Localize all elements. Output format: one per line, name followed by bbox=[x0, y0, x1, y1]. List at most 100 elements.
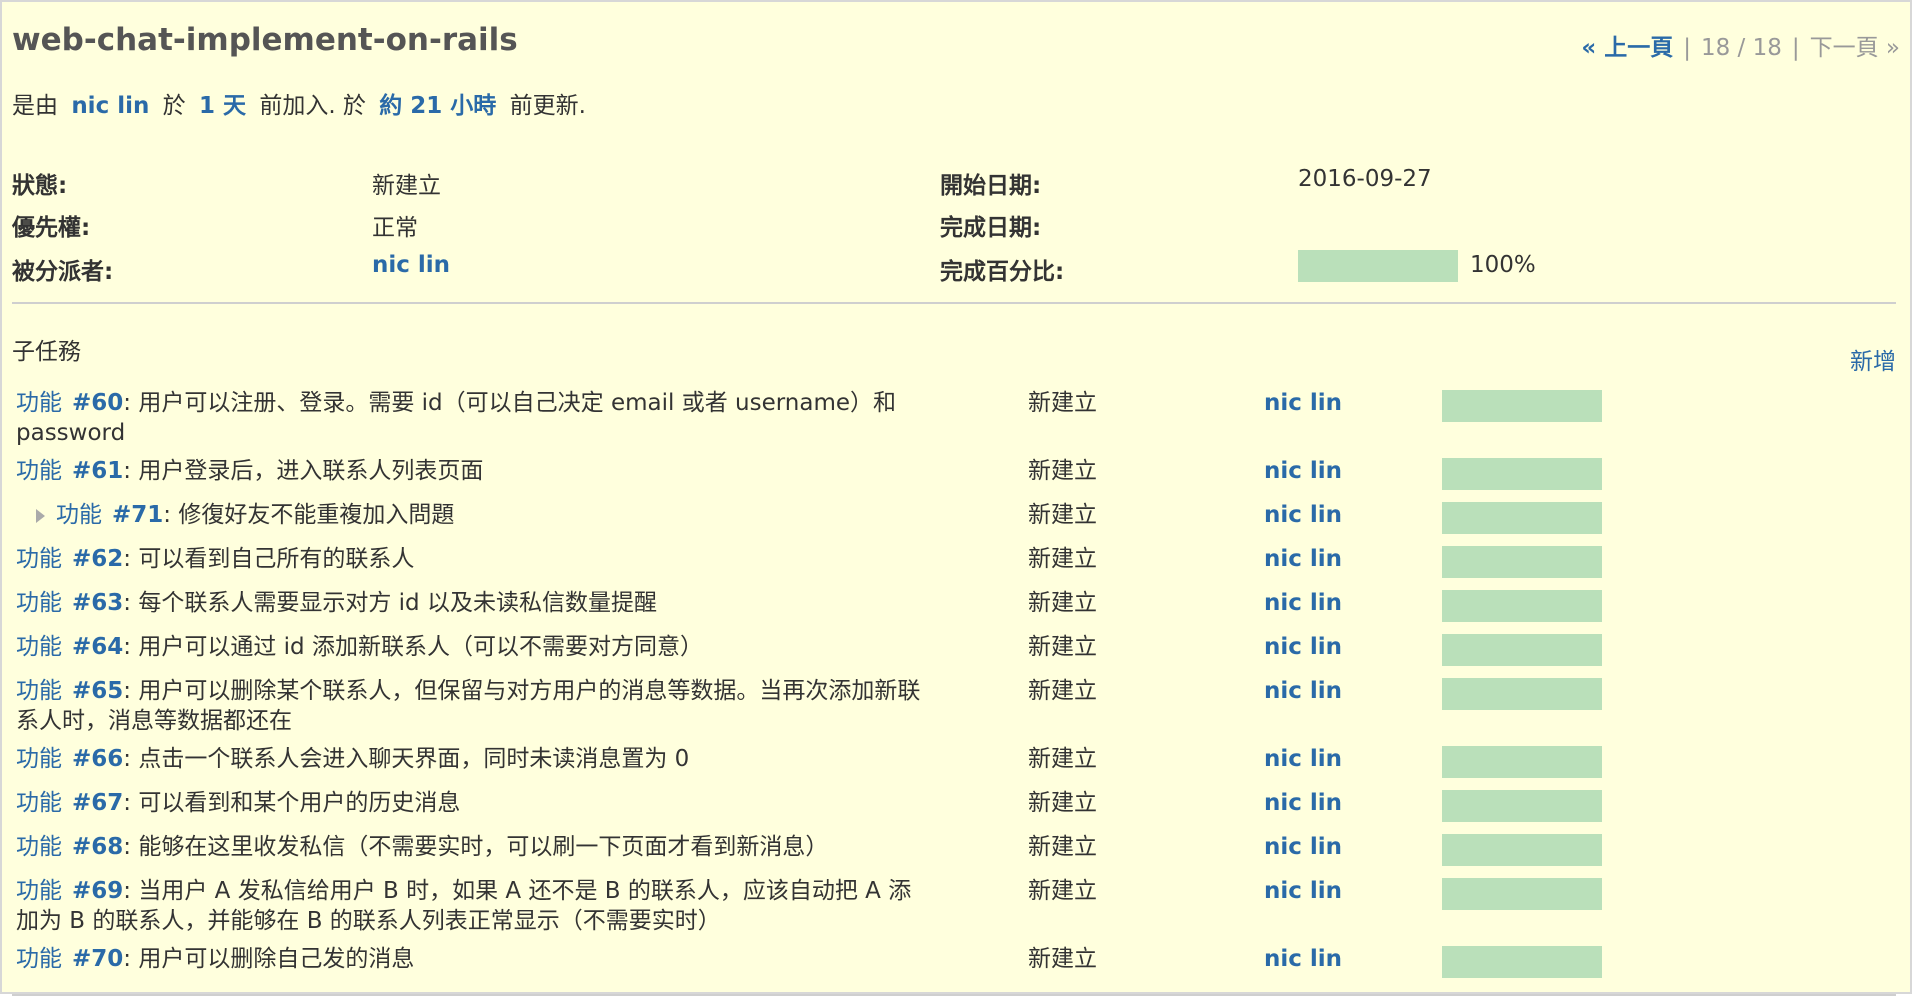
subtask-assignee-link[interactable]: nic lin bbox=[1264, 588, 1342, 618]
subtask-subject-text: : 点击一个联系人会进入聊天界面，同时未读消息置为 0 bbox=[123, 746, 690, 772]
created-time-link[interactable]: 1 天 bbox=[199, 93, 246, 119]
subtask-number: #65 bbox=[72, 678, 124, 704]
add-subtask-link[interactable]: 新增 bbox=[1850, 342, 1896, 376]
subtask-number: #60 bbox=[72, 390, 124, 416]
subtask-progress-bar bbox=[1442, 590, 1602, 622]
subtask-assignee-link[interactable]: nic lin bbox=[1264, 500, 1342, 530]
divider bbox=[12, 994, 1896, 996]
subtask-progress-bar bbox=[1442, 790, 1602, 822]
subtask-subject-text: : 可以看到和某个用户的历史消息 bbox=[123, 790, 461, 816]
pager-separator: | bbox=[1791, 35, 1800, 61]
subtask-number: #71 bbox=[112, 502, 164, 528]
author-line: 是由 nic lin 於 1 天 前加入. 於 約 21 小時 前更新. bbox=[12, 93, 586, 119]
subtask-subject-text: : 可以看到自己所有的联系人 bbox=[123, 546, 415, 572]
subtask-subject: 功能 #69: 当用户 A 发私信给用户 B 时，如果 A 还不是 B 的联系人，… bbox=[16, 876, 926, 936]
subtask-assignee-link[interactable]: nic lin bbox=[1264, 832, 1342, 862]
next-page-label: 下一頁 » bbox=[1809, 35, 1900, 61]
double-chevron-left-icon: « bbox=[1581, 35, 1597, 61]
subtask-link[interactable]: 功能 #67 bbox=[16, 790, 123, 816]
subtask-status: 新建立 bbox=[1028, 458, 1097, 484]
subtask-assignee-link[interactable]: nic lin bbox=[1264, 388, 1342, 418]
prev-page-link[interactable]: « 上一頁 bbox=[1581, 35, 1673, 61]
subtask-assignee-link[interactable]: nic lin bbox=[1264, 944, 1342, 974]
subtask-assignee-link[interactable]: nic lin bbox=[1264, 676, 1342, 706]
due-date-label: 完成日期: bbox=[940, 215, 1042, 241]
subtask-assignee-link[interactable]: nic lin bbox=[1264, 456, 1342, 486]
subtask-progress-bar bbox=[1442, 390, 1602, 422]
subtask-progress-bar bbox=[1442, 834, 1602, 866]
subtask-tracker: 功能 bbox=[16, 678, 62, 704]
subtask-subject: 功能 #63: 每个联系人需要显示对方 id 以及未读私信数量提醒 bbox=[16, 588, 926, 618]
subtask-link[interactable]: 功能 #63 bbox=[16, 590, 123, 616]
subtask-assignee-link[interactable]: nic lin bbox=[1264, 744, 1342, 774]
subtask-number: #67 bbox=[72, 790, 124, 816]
subtask-tracker: 功能 bbox=[16, 878, 62, 904]
pager-separator: | bbox=[1683, 35, 1691, 61]
issue-pager: « 上一頁 | 18 / 18 | 下一頁 » bbox=[1581, 28, 1900, 62]
subtask-link[interactable]: 功能 #62 bbox=[16, 546, 123, 572]
done-ratio-text: 100% bbox=[1470, 252, 1536, 278]
subtask-link[interactable]: 功能 #69 bbox=[16, 878, 123, 904]
subtask-link[interactable]: 功能 #65 bbox=[16, 678, 123, 704]
subtask-tracker: 功能 bbox=[16, 590, 62, 616]
subtask-status: 新建立 bbox=[1028, 678, 1097, 704]
subtask-progress-bar bbox=[1442, 634, 1602, 666]
subtask-subject-text: : 用户可以删除自己发的消息 bbox=[123, 946, 415, 972]
subtask-link[interactable]: 功能 #61 bbox=[16, 458, 123, 484]
subtask-number: #62 bbox=[72, 546, 124, 572]
done-ratio-bar bbox=[1298, 250, 1458, 282]
subtask-link[interactable]: 功能 #66 bbox=[16, 746, 123, 772]
subtask-progress-fill bbox=[1442, 634, 1602, 666]
subtask-subject-text: : 用户可以删除某个联系人，但保留与对方用户的消息等数据。当再次添加新联系人时，… bbox=[16, 678, 921, 734]
subtask-tracker: 功能 bbox=[16, 546, 62, 572]
assignee-label: 被分派者: bbox=[12, 259, 114, 285]
subtask-assignee-link[interactable]: nic lin bbox=[1264, 788, 1342, 818]
subtask-link[interactable]: 功能 #60 bbox=[16, 390, 123, 416]
subtask-assignee-link[interactable]: nic lin bbox=[1264, 544, 1342, 574]
subtask-progress-bar bbox=[1442, 502, 1602, 534]
subtask-progress-fill bbox=[1442, 502, 1602, 534]
subtask-link[interactable]: 功能 #71 bbox=[56, 502, 163, 528]
subtask-link[interactable]: 功能 #68 bbox=[16, 834, 123, 860]
subtask-status: 新建立 bbox=[1028, 590, 1097, 616]
subtask-subject: 功能 #68: 能够在这里收发私信（不需要实时，可以刷一下页面才看到新消息） bbox=[16, 832, 926, 862]
subtask-progress-bar bbox=[1442, 678, 1602, 710]
subtask-status: 新建立 bbox=[1028, 834, 1097, 860]
assignee-link[interactable]: nic lin bbox=[372, 252, 450, 278]
subtask-progress-fill bbox=[1442, 834, 1602, 866]
subtask-subject-text: : 修復好友不能重複加入問題 bbox=[163, 502, 455, 528]
pager-position: 18 / 18 bbox=[1700, 35, 1782, 61]
subtask-progress-fill bbox=[1442, 458, 1602, 490]
status-label: 狀態: bbox=[12, 173, 68, 199]
subtask-tracker: 功能 bbox=[16, 458, 62, 484]
subtask-number: #68 bbox=[72, 834, 124, 860]
subtask-tracker: 功能 bbox=[16, 790, 62, 816]
subtask-progress-bar bbox=[1442, 458, 1602, 490]
subtask-tracker: 功能 bbox=[16, 634, 62, 660]
updated-time-link[interactable]: 約 21 小時 bbox=[379, 93, 496, 119]
subtask-link[interactable]: 功能 #64 bbox=[16, 634, 123, 660]
subtask-status: 新建立 bbox=[1028, 634, 1097, 660]
subtask-subject: 功能 #61: 用户登录后，进入联系人列表页面 bbox=[16, 456, 926, 486]
subtask-assignee-link[interactable]: nic lin bbox=[1264, 632, 1342, 662]
subtask-subject-text: : 当用户 A 发私信给用户 B 时，如果 A 还不是 B 的联系人，应该自动把… bbox=[16, 878, 912, 934]
subtask-link[interactable]: 功能 #70 bbox=[16, 946, 123, 972]
expand-triangle-icon[interactable] bbox=[36, 509, 45, 523]
subtask-subject-text: : 每个联系人需要显示对方 id 以及未读私信数量提醒 bbox=[123, 590, 657, 616]
subtask-status: 新建立 bbox=[1028, 746, 1097, 772]
subtask-tracker: 功能 bbox=[16, 946, 62, 972]
subtask-tracker: 功能 bbox=[16, 390, 62, 416]
priority-value: 正常 bbox=[372, 215, 418, 241]
subtask-subject-text: : 用户可以通过 id 添加新联系人（可以不需要对方同意） bbox=[123, 634, 703, 660]
subtask-progress-bar bbox=[1442, 946, 1602, 978]
subtask-status: 新建立 bbox=[1028, 546, 1097, 572]
subtask-number: #69 bbox=[72, 878, 124, 904]
subtask-assignee-link[interactable]: nic lin bbox=[1264, 876, 1342, 906]
subtask-subject-text: : 用户登录后，进入联系人列表页面 bbox=[123, 458, 484, 484]
subtask-progress-fill bbox=[1442, 946, 1602, 978]
subtask-subject-text: : 用户可以注册、登录。需要 id（可以自己决定 email 或者 userna… bbox=[16, 390, 896, 446]
subtask-tracker: 功能 bbox=[56, 502, 102, 528]
author-link[interactable]: nic lin bbox=[71, 93, 149, 119]
subtask-progress-fill bbox=[1442, 546, 1602, 578]
subtask-progress-bar bbox=[1442, 878, 1602, 910]
